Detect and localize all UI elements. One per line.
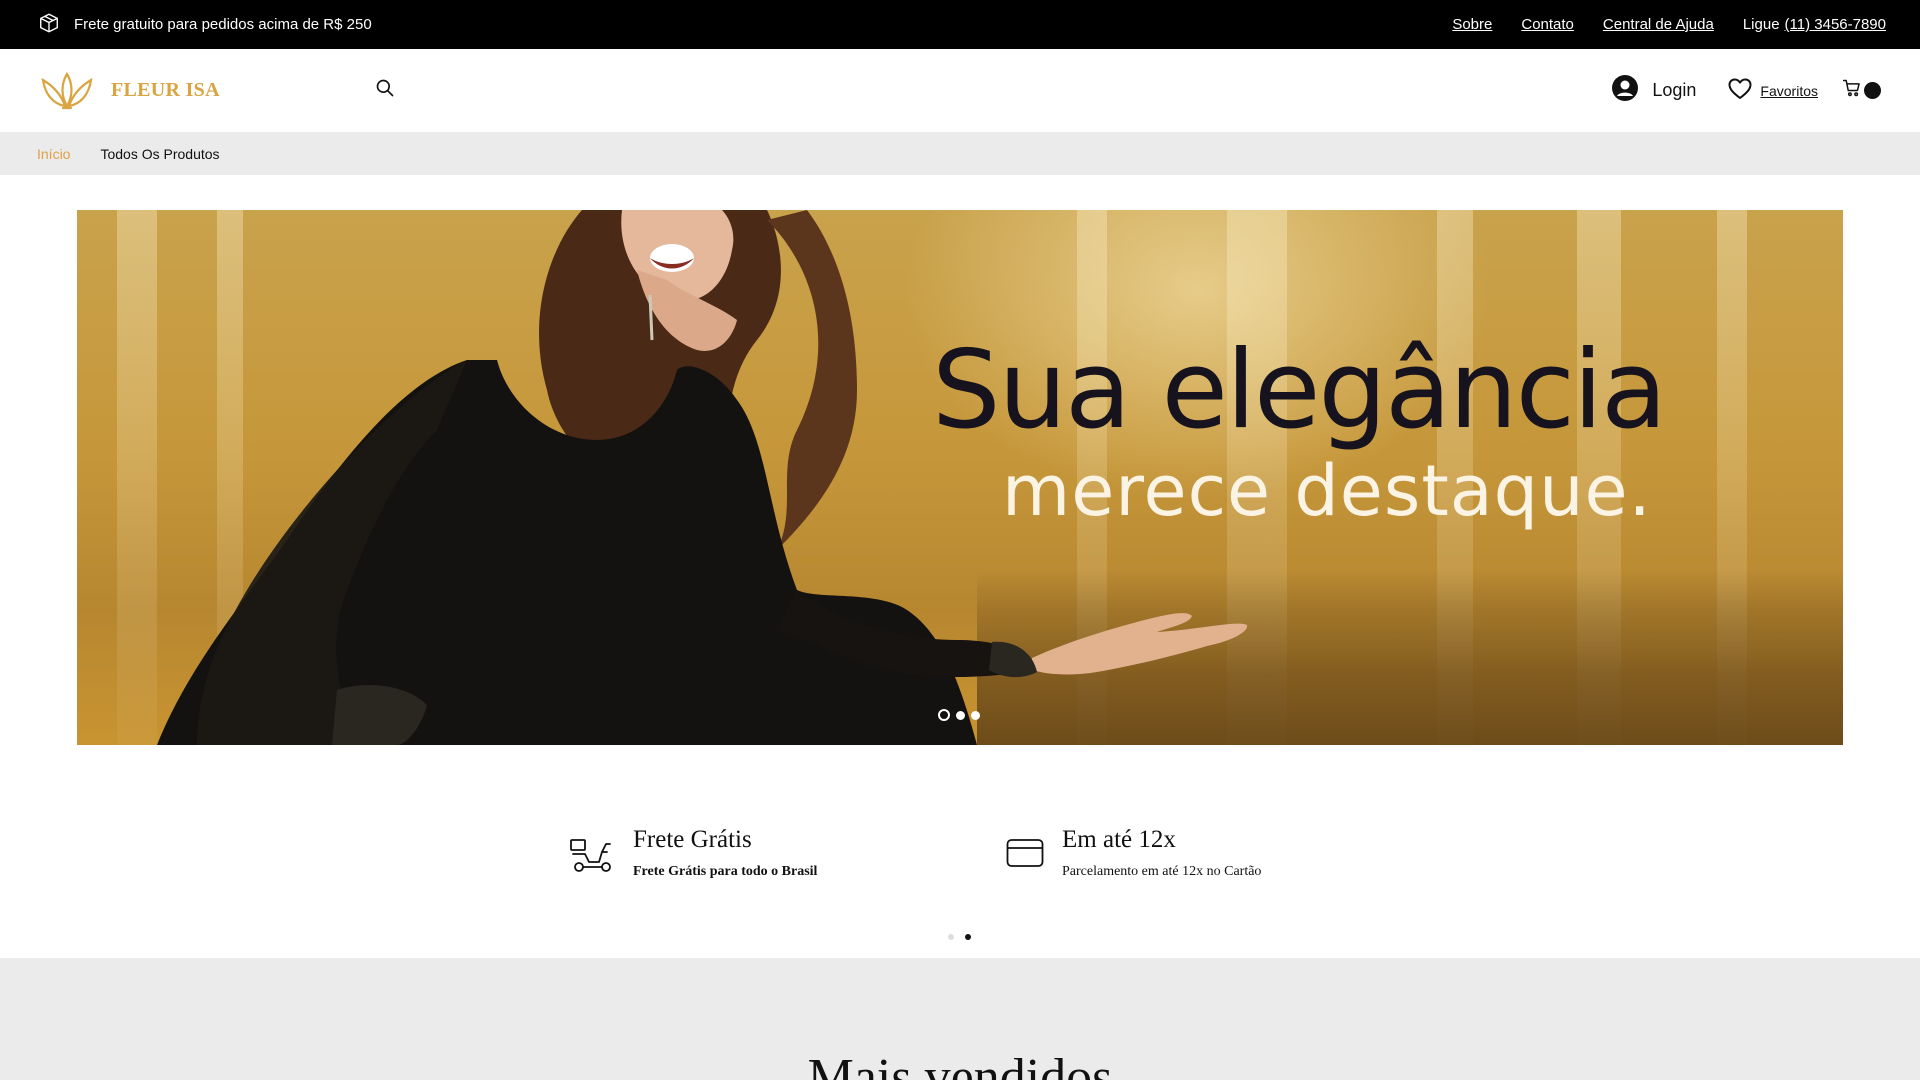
top-announcement-bar: Frete gratuito para pedidos acima de R$ … xyxy=(0,0,1920,49)
phone-link[interactable]: (11) 3456-7890 xyxy=(1785,16,1886,33)
call-label: Ligue xyxy=(1742,16,1780,33)
help-center-link[interactable]: Central de Ajuda xyxy=(1603,16,1714,33)
section-title: Mais vendidos xyxy=(807,1049,1113,1080)
hero-carousel-dots xyxy=(938,709,980,721)
hero-banner[interactable]: Sua elegância merece destaque. xyxy=(77,210,1843,745)
promo: Frete gratuito para pedidos acima de R$ … xyxy=(38,12,372,38)
login-label: Login xyxy=(1652,80,1697,100)
feature-title: Frete Grátis xyxy=(633,826,752,853)
hero-slide-dot-1[interactable] xyxy=(938,709,950,721)
cart-icon xyxy=(1842,78,1862,103)
favorites-label: Favoritos xyxy=(1760,82,1818,99)
breadcrumb-home[interactable]: Início xyxy=(37,146,70,162)
promo-text: Frete gratuito para pedidos acima de R$ … xyxy=(74,16,372,33)
feature-subtitle: Parcelamento em até 12x no Cartão xyxy=(1062,864,1262,879)
brand-name: FLEUR ISA xyxy=(111,79,220,101)
package-icon xyxy=(38,12,60,38)
features-page-dot-1[interactable] xyxy=(948,934,954,940)
heart-icon xyxy=(1728,78,1752,103)
breadcrumb: Início Todos Os Produtos xyxy=(0,132,1920,175)
site-header: FLEUR ISA Login Favoritos xyxy=(0,49,1920,132)
top-links: Sobre Contato Central de Ajuda Ligue (11… xyxy=(1452,16,1886,33)
hero-slide-dot-3[interactable] xyxy=(971,710,980,720)
search-icon xyxy=(375,78,395,103)
feature-title: Em até 12x xyxy=(1062,826,1176,853)
about-link[interactable]: Sobre xyxy=(1452,16,1492,33)
features-strip: Frete Grátis Frete Grátis para todo o Br… xyxy=(0,810,1920,910)
feature-free-shipping: Frete Grátis Frete Grátis para todo o Br… xyxy=(569,826,817,880)
cart-button[interactable] xyxy=(1842,78,1881,103)
feature-subtitle: Frete Grátis para todo o Brasil xyxy=(633,864,818,879)
brand-logo[interactable]: FLEUR ISA xyxy=(39,66,220,115)
favorites-link[interactable]: Favoritos xyxy=(1728,78,1818,103)
best-sellers-section: Mais vendidos xyxy=(0,958,1920,1080)
features-page-dot-2[interactable] xyxy=(965,934,971,940)
search-button[interactable] xyxy=(372,77,398,103)
hero-slide-dot-2[interactable] xyxy=(956,710,965,720)
credit-card-icon xyxy=(1006,838,1044,873)
delivery-scooter-icon xyxy=(569,836,615,879)
features-carousel-dots xyxy=(948,934,971,940)
login-button[interactable]: Login xyxy=(1612,75,1696,106)
user-avatar-icon xyxy=(1612,75,1639,106)
hero-title-line1: Sua elegância xyxy=(932,328,1667,453)
cart-count-badge xyxy=(1864,82,1881,99)
flower-logo-icon xyxy=(39,66,95,115)
header-actions: Login Favoritos xyxy=(1612,75,1881,106)
hero-title-line2: merece destaque. xyxy=(1002,450,1652,532)
feature-installments: Em até 12x Parcelamento em até 12x no Ca… xyxy=(1006,826,1261,880)
contact-link[interactable]: Contato xyxy=(1521,16,1574,33)
phone-info: Ligue (11) 3456-7890 xyxy=(1743,16,1886,33)
breadcrumb-all-products[interactable]: Todos Os Produtos xyxy=(100,146,219,162)
